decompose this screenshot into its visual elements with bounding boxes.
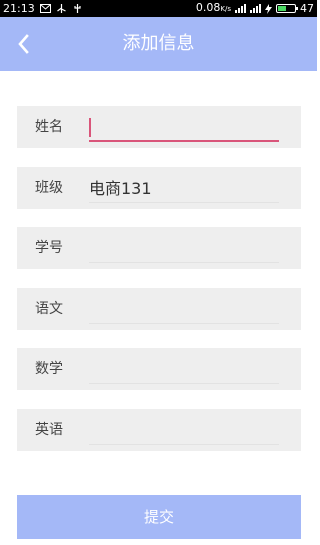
status-time: 21:13 (3, 2, 35, 15)
name-label: 姓名 (35, 119, 63, 135)
battery-icon (276, 4, 298, 13)
page-title: 添加信息 (122, 33, 195, 54)
chinese-score-field[interactable] (89, 294, 279, 324)
math-score-field[interactable] (89, 354, 279, 384)
charging-icon (265, 4, 272, 14)
english-score-field[interactable] (89, 415, 279, 445)
form-row-student-id: 学号 (17, 227, 301, 269)
class-field[interactable] (89, 173, 279, 203)
signal-icon (235, 4, 246, 13)
english-label: 英语 (35, 422, 63, 438)
battery-percent: 47 (300, 2, 314, 15)
student-id-field[interactable] (89, 233, 279, 263)
net-speed-unit: K/s (220, 5, 231, 13)
student-id-label: 学号 (35, 240, 63, 256)
chinese-label: 语文 (35, 301, 63, 317)
form-row-math: 数学 (17, 348, 301, 390)
usb-debug-icon (72, 4, 83, 13)
form-row-english: 英语 (17, 409, 301, 451)
net-speed: 0.08K/s (196, 0, 231, 18)
math-label: 数学 (35, 361, 63, 377)
form-row-class: 班级 (17, 167, 301, 209)
usb-icon (56, 4, 67, 13)
status-bar-left: 21:13 (3, 0, 83, 17)
app-header: 添加信息 (0, 17, 317, 71)
name-field[interactable] (89, 112, 279, 142)
form-row-chinese: 语文 (17, 288, 301, 330)
signal-icon (250, 4, 261, 13)
form-row-name: 姓名 (17, 106, 301, 148)
submit-button[interactable]: 提交 (17, 495, 301, 539)
status-bar-right: 0.08K/s 47 (196, 0, 314, 17)
status-bar: 21:13 0.08K/s 47 (0, 0, 317, 17)
mail-icon (39, 4, 51, 13)
battery-level (278, 6, 286, 11)
class-label: 班级 (35, 180, 63, 196)
text-cursor (89, 118, 91, 137)
net-speed-value: 0.08 (195, 1, 221, 14)
